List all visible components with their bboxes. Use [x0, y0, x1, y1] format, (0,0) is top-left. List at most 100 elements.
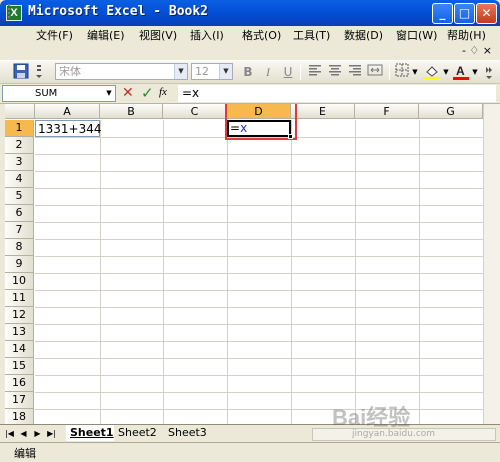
name-box[interactable]: SUM: [2, 85, 116, 102]
row-header[interactable]: 2: [5, 137, 34, 154]
menu-window[interactable]: 窗口(W): [396, 29, 437, 43]
gridline: [35, 290, 493, 291]
font-name-combo[interactable]: 宋体 ▼: [55, 63, 188, 80]
column-header-b[interactable]: B: [100, 104, 163, 119]
menu-help[interactable]: 帮助(H): [447, 29, 486, 43]
align-right-icon[interactable]: [346, 63, 364, 81]
tab-sheet1[interactable]: Sheet1: [66, 425, 118, 441]
cell-d1-reference: x: [240, 121, 248, 135]
row-header[interactable]: 11: [5, 290, 34, 307]
select-all-corner[interactable]: [5, 104, 35, 119]
gridline: [35, 273, 493, 274]
insert-function-button[interactable]: fx: [159, 86, 167, 98]
align-left-icon[interactable]: [306, 63, 324, 81]
toolbar-overflow-icon[interactable]: [484, 63, 494, 81]
gridline: [35, 239, 493, 240]
row-header[interactable]: 12: [5, 307, 34, 324]
row-header[interactable]: 15: [5, 358, 34, 375]
status-mode: 编辑: [14, 447, 36, 460]
font-dropdown-arrow-icon[interactable]: ▼: [174, 64, 187, 79]
menu-grip-icon[interactable]: [4, 3, 16, 19]
gridline: [35, 392, 493, 393]
column-header-a[interactable]: A: [35, 104, 100, 119]
enter-button[interactable]: ✓: [141, 84, 154, 102]
font-color-icon[interactable]: A: [452, 63, 470, 81]
row-header[interactable]: 17: [5, 392, 34, 409]
row-header[interactable]: 8: [5, 239, 34, 256]
menu-view[interactable]: 视图(V): [139, 29, 177, 43]
row-header[interactable]: 13: [5, 324, 34, 341]
gridline: [35, 307, 493, 308]
gridline: [35, 154, 493, 155]
cancel-entry-button[interactable]: ✕: [122, 85, 134, 101]
tab-sheet2[interactable]: Sheet2: [114, 425, 161, 441]
row-header[interactable]: 5: [5, 188, 34, 205]
menu-format[interactable]: 格式(O): [242, 29, 281, 43]
column-header-e[interactable]: E: [291, 104, 355, 119]
row-header[interactable]: 10: [5, 273, 34, 290]
font-color-dropdown-icon[interactable]: ▼: [471, 63, 479, 81]
gridline: [35, 341, 493, 342]
first-sheet-icon[interactable]: |◀: [4, 428, 15, 439]
menu-edit[interactable]: 编辑(E): [87, 29, 125, 43]
gridline: [35, 358, 493, 359]
font-size-value: 12: [195, 65, 209, 78]
close-button[interactable]: ✕: [476, 3, 497, 24]
row-header[interactable]: 14: [5, 341, 34, 358]
column-header-f[interactable]: F: [355, 104, 419, 119]
cell-a1[interactable]: 1331+344: [35, 120, 102, 137]
font-size-dropdown-arrow-icon[interactable]: ▼: [219, 64, 232, 79]
last-sheet-icon[interactable]: ▶|: [46, 428, 57, 439]
gridline: [291, 120, 292, 424]
row-header[interactable]: 4: [5, 171, 34, 188]
cell-d1-active[interactable]: =x: [227, 120, 291, 137]
font-name-value: 宋体: [59, 65, 81, 78]
fill-color-icon[interactable]: [423, 63, 441, 81]
row-header[interactable]: 3: [5, 154, 34, 171]
row-header[interactable]: 9: [5, 256, 34, 273]
formula-input[interactable]: =x: [178, 85, 496, 102]
baidu-watermark-url: jingyan.baidu.com: [352, 429, 436, 439]
minimize-button[interactable]: _: [432, 3, 453, 24]
column-header-c[interactable]: C: [163, 104, 227, 119]
gridline: [227, 120, 228, 424]
borders-dropdown-icon[interactable]: ▼: [411, 63, 419, 81]
row-header[interactable]: 6: [5, 205, 34, 222]
italic-button[interactable]: I: [259, 63, 277, 81]
document-window-controls[interactable]: - ♢ ×: [462, 44, 492, 57]
row-header[interactable]: 16: [5, 375, 34, 392]
name-box-dropdown-icon[interactable]: ▼: [103, 86, 115, 101]
next-sheet-icon[interactable]: ▶: [32, 428, 43, 439]
menu-tools[interactable]: 工具(T): [293, 29, 330, 43]
font-size-combo[interactable]: 12 ▼: [191, 63, 233, 80]
gridline: [35, 171, 493, 172]
menu-data[interactable]: 数据(D): [344, 29, 383, 43]
align-center-icon[interactable]: [326, 63, 344, 81]
borders-icon[interactable]: [394, 63, 412, 81]
gridline: [35, 375, 493, 376]
window-title: Microsoft Excel - Book2: [28, 4, 209, 19]
underline-button[interactable]: U: [279, 63, 297, 81]
gridline: [419, 120, 420, 424]
column-header-g[interactable]: G: [419, 104, 483, 119]
save-icon[interactable]: [12, 63, 30, 81]
tab-sheet3[interactable]: Sheet3: [164, 425, 211, 441]
fill-handle[interactable]: [288, 134, 293, 139]
row-header[interactable]: 18: [5, 409, 34, 424]
toolbar-options-icon[interactable]: [34, 63, 44, 81]
fill-color-dropdown-icon[interactable]: ▼: [442, 63, 450, 81]
toolbar-separator: [389, 64, 390, 80]
gridline: [100, 120, 101, 424]
worksheet-grid[interactable]: A B C D E F G 1 2 3 4 5 6 7 8 9 10 11 12…: [5, 104, 493, 424]
previous-sheet-icon[interactable]: ◀: [18, 428, 29, 439]
merge-center-icon[interactable]: [366, 63, 384, 81]
vertical-scrollbar[interactable]: [483, 104, 500, 424]
gridline: [35, 409, 493, 410]
bold-button[interactable]: B: [239, 63, 257, 81]
menu-file[interactable]: 文件(F): [36, 29, 73, 43]
row-header[interactable]: 1: [5, 120, 34, 137]
row-header[interactable]: 7: [5, 222, 34, 239]
svg-text:A: A: [456, 64, 465, 78]
maximize-button[interactable]: □: [454, 3, 475, 24]
menu-insert[interactable]: 插入(I): [190, 29, 224, 43]
